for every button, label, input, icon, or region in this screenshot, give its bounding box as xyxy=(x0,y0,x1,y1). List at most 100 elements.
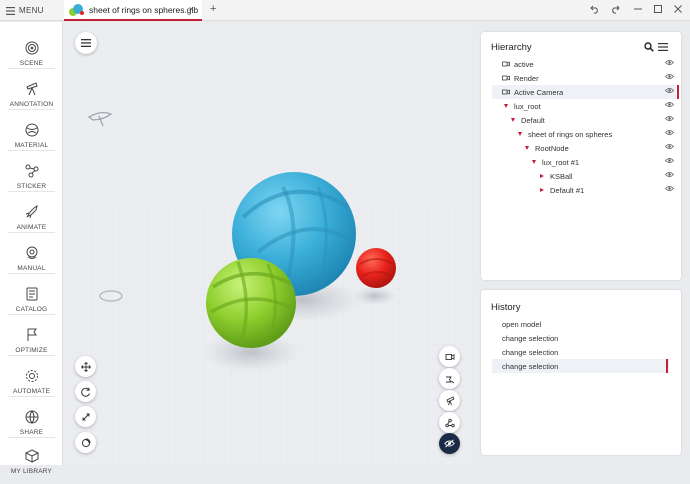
title-bar: MENU sheet of rings on spheres.glb × + xyxy=(0,0,690,21)
eye-icon[interactable] xyxy=(665,87,674,94)
sidebar-item-share[interactable]: SHARE xyxy=(0,405,63,445)
tree-row-label: lux_root xyxy=(514,101,541,111)
caret-down-icon[interactable] xyxy=(511,118,515,122)
minimize-icon[interactable] xyxy=(633,4,643,14)
sidebar-item-material[interactable]: MATERIAL xyxy=(0,118,63,158)
caret-right-icon[interactable] xyxy=(540,188,544,192)
menu-button[interactable]: MENU xyxy=(6,3,44,18)
tree-row-label: Render xyxy=(514,73,539,83)
list-menu-icon[interactable] xyxy=(658,43,668,51)
manual-icon xyxy=(26,246,37,259)
light-tool-button[interactable] xyxy=(439,368,460,389)
sidebar-item-optimize[interactable]: OPTIMIZE xyxy=(0,323,63,363)
scene-canvas[interactable] xyxy=(63,22,472,465)
undo-icon[interactable] xyxy=(590,4,600,14)
viewport-menu-button[interactable] xyxy=(75,32,97,54)
close-tab-button[interactable]: × xyxy=(189,4,194,14)
history-item[interactable]: open model xyxy=(492,317,669,331)
sidebar-divider xyxy=(8,109,55,110)
tree-row-lux-root[interactable]: lux_root xyxy=(492,99,676,113)
sidebar-item-scene[interactable]: SCENE xyxy=(0,36,63,76)
eye-icon[interactable] xyxy=(665,185,674,192)
sidebar-item-manual[interactable]: MANUAL xyxy=(0,241,63,281)
sidebar-label-animate: ANIMATE xyxy=(16,224,47,231)
eye-off-icon xyxy=(444,439,455,448)
caret-down-icon[interactable] xyxy=(525,146,529,150)
sidebar-item-animate[interactable]: ANIMATE xyxy=(0,200,63,240)
library-icon xyxy=(24,449,39,463)
sidebar-item-sticker[interactable]: STICKER xyxy=(0,159,63,199)
red-sphere-shadow xyxy=(353,287,397,305)
tree-row-render[interactable]: Render xyxy=(492,71,676,85)
history-item-label: change selection xyxy=(502,361,559,371)
green-sphere[interactable] xyxy=(206,258,296,348)
eye-icon[interactable] xyxy=(665,101,674,108)
sidebar-label-annotation: ANNOTATION xyxy=(9,101,54,108)
hierarchy-panel: Hierarchy active Render Active Camera lu… xyxy=(481,32,681,280)
tab-title: sheet of rings on spheres.glb xyxy=(89,4,199,15)
3d-viewport[interactable] xyxy=(63,22,472,465)
close-window-icon[interactable] xyxy=(673,4,683,14)
annotation-tool-button[interactable] xyxy=(439,390,460,411)
left-sidebar: SCENE ANNOTATION MATERIAL STICKER ANIMAT… xyxy=(0,22,63,475)
caret-down-icon[interactable] xyxy=(504,104,508,108)
sidebar-item-my-library[interactable]: MY LIBRARY xyxy=(0,444,63,484)
tree-row-label: KSBall xyxy=(550,171,573,181)
history-item-label: open model xyxy=(502,319,542,329)
pan-tool-button[interactable] xyxy=(75,356,96,377)
fit-view-button[interactable] xyxy=(75,406,96,427)
share-icon xyxy=(25,410,38,424)
new-tab-button[interactable]: + xyxy=(210,3,216,15)
video-camera-icon xyxy=(445,353,454,360)
tree-row-default-1[interactable]: Default #1 xyxy=(492,183,676,197)
rotate-icon xyxy=(80,387,90,397)
scene-icon xyxy=(25,41,38,55)
sidebar-divider xyxy=(8,150,55,151)
tree-row-ksball[interactable]: KSBall xyxy=(492,169,676,183)
visibility-toggle-button[interactable] xyxy=(439,433,460,454)
tree-row-label: Default #1 xyxy=(550,185,585,195)
eye-icon[interactable] xyxy=(665,171,674,178)
tree-row-sheet-of-rings[interactable]: sheet of rings on spheres xyxy=(492,127,676,141)
eye-icon[interactable] xyxy=(665,59,674,66)
history-item-current[interactable]: change selection xyxy=(492,359,669,373)
history-item[interactable]: change selection xyxy=(492,345,669,359)
tree-row-label: RootNode xyxy=(535,143,569,153)
eye-icon[interactable] xyxy=(665,143,674,150)
tree-row-active[interactable]: active xyxy=(492,57,676,71)
maximize-icon[interactable] xyxy=(653,4,663,14)
eye-icon[interactable] xyxy=(665,73,674,80)
search-icon[interactable] xyxy=(644,42,654,52)
caret-down-icon[interactable] xyxy=(532,160,536,164)
caret-down-icon[interactable] xyxy=(518,132,522,136)
screenshot-button[interactable] xyxy=(75,432,96,453)
history-panel: History open model change selection chan… xyxy=(481,290,681,455)
light-gizmo[interactable] xyxy=(87,111,113,127)
selection-indicator xyxy=(677,85,679,99)
measure-tool-button[interactable] xyxy=(439,412,460,433)
sidebar-item-automate[interactable]: AUTOMATE xyxy=(0,364,63,404)
sidebar-item-catalog[interactable]: CATALOG xyxy=(0,282,63,322)
red-sphere[interactable] xyxy=(356,248,396,288)
sidebar-label-catalog: CATALOG xyxy=(15,306,48,313)
caret-right-icon[interactable] xyxy=(540,174,544,178)
tree-row-default[interactable]: Default xyxy=(492,113,676,127)
sidebar-label-my-library: MY LIBRARY xyxy=(10,468,53,475)
history-item-label: change selection xyxy=(502,347,559,357)
tree-row-label: active xyxy=(514,59,534,69)
history-item[interactable]: change selection xyxy=(492,331,669,345)
redo-icon[interactable] xyxy=(610,4,620,14)
sidebar-label-optimize: OPTIMIZE xyxy=(15,347,48,354)
tree-row-active-camera[interactable]: Active Camera xyxy=(492,85,679,99)
document-tab[interactable]: sheet of rings on spheres.glb × xyxy=(64,0,202,21)
eye-icon[interactable] xyxy=(665,129,674,136)
sidebar-item-annotation[interactable]: ANNOTATION xyxy=(0,77,63,117)
orbit-tool-button[interactable] xyxy=(75,381,96,402)
tree-row-rootnode[interactable]: RootNode xyxy=(492,141,676,155)
eye-icon[interactable] xyxy=(665,157,674,164)
camera-tool-button[interactable] xyxy=(439,346,460,367)
tree-row-lux-root-1[interactable]: lux_root #1 xyxy=(492,155,676,169)
automate-icon xyxy=(25,370,38,382)
hamburger-icon xyxy=(6,6,15,15)
eye-icon[interactable] xyxy=(665,115,674,122)
